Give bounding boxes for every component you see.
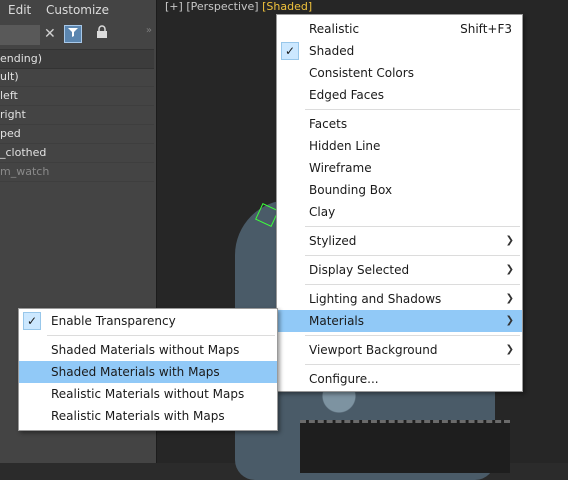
chevron-right-icon: ❯ — [505, 293, 514, 304]
menu-separator — [305, 335, 520, 336]
search-input[interactable] — [0, 25, 40, 45]
list-item[interactable]: right — [0, 106, 154, 125]
menu-item-label: Shaded — [309, 44, 355, 58]
menu-item-label: Wireframe — [309, 161, 372, 175]
model-cuff — [300, 420, 510, 473]
menu-item-edged-faces[interactable]: Edged Faces — [277, 84, 522, 106]
menu-item-consistent-colors[interactable]: Consistent Colors — [277, 62, 522, 84]
menu-edit[interactable]: Edit — [8, 3, 31, 17]
menu-separator — [305, 284, 520, 285]
filter-icon[interactable] — [64, 25, 82, 43]
menu-item-label: Shaded Materials without Maps — [51, 343, 240, 357]
menu-item-clay[interactable]: Clay — [277, 201, 522, 223]
menu-item-label: Realistic — [309, 22, 360, 36]
menu-item-hidden-line[interactable]: Hidden Line — [277, 135, 522, 157]
menu-item-label: Viewport Background — [309, 343, 438, 357]
menu-item-label: Configure... — [309, 372, 379, 386]
menu-item-label: Clay — [309, 205, 336, 219]
menu-separator — [305, 226, 520, 227]
checkmark-icon: ✓ — [23, 312, 41, 330]
list-header[interactable]: ending) — [0, 49, 154, 69]
menu-item-enable-transparency[interactable]: ✓ Enable Transparency — [19, 310, 277, 332]
more-chevron-icon[interactable]: » — [146, 25, 152, 36]
explorer-list: ult) left right ped _clothed m_watch — [0, 68, 154, 182]
shortcut-label: Shift+F3 — [460, 22, 512, 36]
menu-item-lighting-and-shadows[interactable]: Lighting and Shadows ❯ — [277, 288, 522, 310]
list-item[interactable]: ped — [0, 125, 154, 144]
menu-item-materials[interactable]: Materials ❯ — [277, 310, 522, 332]
menu-item-label: Lighting and Shadows — [309, 292, 442, 306]
menu-item-shaded-with-maps[interactable]: Shaded Materials with Maps — [19, 361, 277, 383]
menu-item-label: Consistent Colors — [309, 66, 414, 80]
viewport-label: [+] [Perspective] [Shaded] — [165, 0, 312, 13]
explorer-toolbar: ✕ » — [0, 22, 156, 48]
menu-customize[interactable]: Customize — [46, 3, 109, 17]
chevron-right-icon: ❯ — [505, 344, 514, 355]
checkmark-icon: ✓ — [281, 42, 299, 60]
list-item[interactable]: ult) — [0, 68, 154, 87]
menu-item-display-selected[interactable]: Display Selected ❯ — [277, 259, 522, 281]
close-icon[interactable]: ✕ — [44, 26, 56, 42]
viewport-plus-menu[interactable]: [+] — [165, 0, 183, 13]
menu-item-realistic-without-maps[interactable]: Realistic Materials without Maps — [19, 383, 277, 405]
menu-separator — [305, 364, 520, 365]
menu-separator — [305, 109, 520, 110]
menu-item-label: Realistic Materials without Maps — [51, 387, 245, 401]
list-item[interactable]: _clothed — [0, 144, 154, 163]
menu-item-configure[interactable]: Configure... — [277, 368, 522, 390]
menu-item-label: Hidden Line — [309, 139, 381, 153]
menu-item-bounding-box[interactable]: Bounding Box — [277, 179, 522, 201]
menu-item-shaded-without-maps[interactable]: Shaded Materials without Maps — [19, 339, 277, 361]
lock-icon[interactable] — [96, 25, 108, 43]
shading-context-menu: Realistic Shift+F3 ✓ Shaded Consistent C… — [276, 14, 523, 392]
menu-item-label: Display Selected — [309, 263, 410, 277]
menu-item-label: Facets — [309, 117, 348, 131]
materials-submenu: ✓ Enable Transparency Shaded Materials w… — [18, 308, 278, 431]
list-item[interactable]: m_watch — [0, 163, 154, 182]
menu-item-label: Enable Transparency — [51, 314, 176, 328]
menu-item-realistic[interactable]: Realistic Shift+F3 — [277, 18, 522, 40]
menu-item-label: Bounding Box — [309, 183, 393, 197]
chevron-right-icon: ❯ — [505, 264, 514, 275]
chevron-right-icon: ❯ — [505, 235, 514, 246]
menu-separator — [47, 335, 275, 336]
explorer-menubar: Edit Customize — [0, 0, 156, 21]
menu-item-wireframe[interactable]: Wireframe — [277, 157, 522, 179]
menu-item-viewport-background[interactable]: Viewport Background ❯ — [277, 339, 522, 361]
menu-item-facets[interactable]: Facets — [277, 113, 522, 135]
menu-item-label: Materials — [309, 314, 365, 328]
menu-item-label: Realistic Materials with Maps — [51, 409, 225, 423]
viewport-view-menu[interactable]: [Perspective] — [186, 0, 258, 13]
menu-item-label: Shaded Materials with Maps — [51, 365, 220, 379]
funnel-icon — [68, 28, 78, 37]
menu-item-shaded[interactable]: ✓ Shaded — [277, 40, 522, 62]
menu-item-stylized[interactable]: Stylized ❯ — [277, 230, 522, 252]
menu-item-label: Edged Faces — [309, 88, 385, 102]
menu-item-realistic-with-maps[interactable]: Realistic Materials with Maps — [19, 405, 277, 427]
chevron-right-icon: ❯ — [505, 315, 514, 326]
viewport-shading-menu[interactable]: [Shaded] — [262, 0, 312, 13]
menu-separator — [305, 255, 520, 256]
list-item[interactable]: left — [0, 87, 154, 106]
menu-item-label: Stylized — [309, 234, 357, 248]
